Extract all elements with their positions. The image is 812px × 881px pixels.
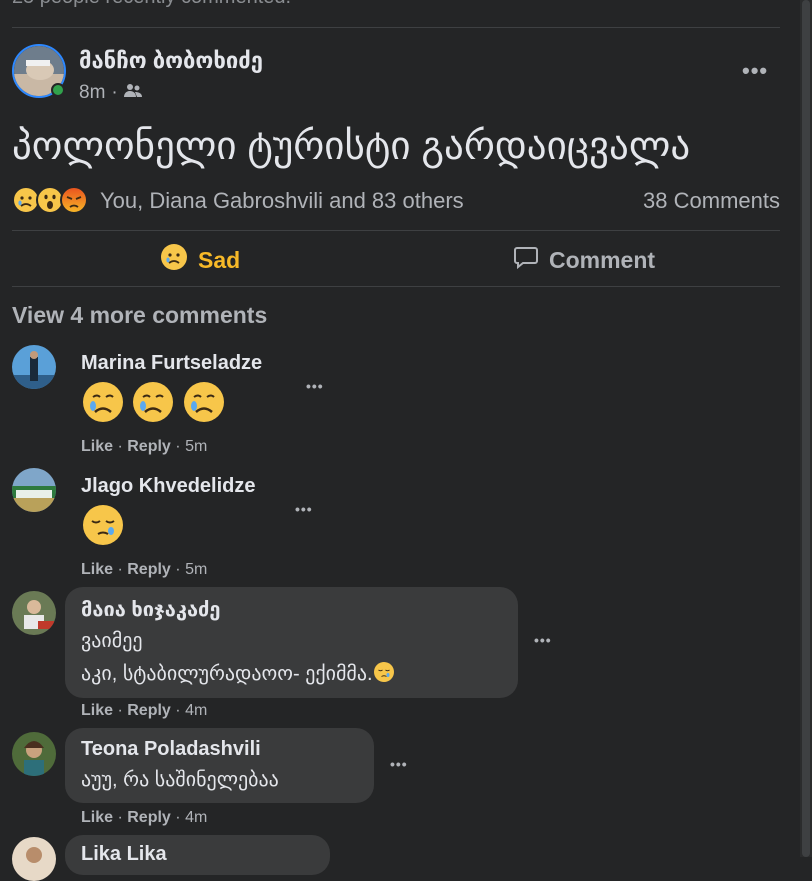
reply-link[interactable]: Reply (127, 702, 171, 719)
comment-actions: Like · Reply · 5m (81, 438, 208, 455)
comment-options-icon[interactable]: ••• (295, 501, 313, 517)
comment-text: აუუ, რა საშინელებაა (81, 769, 279, 791)
reply-link[interactable]: Reply (127, 438, 171, 455)
commenter-avatar[interactable] (12, 837, 56, 881)
comment-emoji-row (81, 380, 228, 429)
wow-emoji-icon (36, 186, 64, 219)
scrollbar-thumb[interactable] (802, 0, 810, 857)
commenter-avatar[interactable] (12, 345, 56, 389)
online-status-indicator (51, 83, 65, 97)
comment-options-icon[interactable]: ••• (306, 378, 324, 394)
comment-button[interactable]: Comment (513, 240, 655, 280)
crying-emoji-icon (83, 382, 123, 422)
reply-link[interactable]: Reply (127, 809, 171, 826)
commenter-name[interactable]: Lika Lika (81, 843, 167, 866)
crying-emoji-icon (133, 382, 174, 422)
reply-link[interactable]: Reply (127, 561, 171, 578)
comment-options-icon[interactable]: ••• (534, 632, 552, 648)
reaction-summary[interactable]: You, Diana Gabroshvili and 83 others (100, 188, 464, 214)
sad-emoji-icon (12, 186, 40, 219)
post-time[interactable]: 8m (79, 82, 105, 104)
comment-count[interactable]: 38 Comments (643, 188, 780, 214)
comment-button-label: Comment (549, 246, 656, 273)
divider (12, 27, 780, 28)
like-link[interactable]: Like (81, 702, 113, 719)
like-link[interactable]: Like (81, 561, 113, 578)
comment-time[interactable]: 5m (185, 438, 207, 455)
comment-options-icon[interactable]: ••• (390, 756, 408, 772)
commenter-name[interactable]: მაია ხიჯაკაძე (81, 597, 221, 622)
sleepy-emoji-icon (373, 662, 394, 682)
friends-icon (123, 82, 142, 104)
angry-emoji-icon (60, 186, 88, 219)
post-text: პოლონელი ტურისტი გარდაიცვალა (12, 125, 691, 168)
commenter-avatar[interactable] (12, 468, 56, 512)
sad-button-label: Sad (198, 246, 241, 273)
comment-actions: Like · Reply · 4m (81, 809, 208, 826)
comment-time[interactable]: 5m (185, 561, 207, 578)
comment-text-line: აკი, სტაბილურადაოო- ექიმმა. (81, 661, 395, 686)
commenter-name[interactable]: Jlago Khvedelidze (81, 475, 256, 498)
commenter-name[interactable]: Teona Poladashvili (81, 738, 261, 761)
divider (12, 286, 780, 287)
reaction-icons[interactable] (12, 186, 88, 219)
like-link[interactable]: Like (81, 438, 113, 455)
view-more-comments-link[interactable]: View 4 more comments (12, 302, 267, 329)
comment-actions: Like · Reply · 4m (81, 702, 208, 719)
comment-time[interactable]: 4m (185, 809, 207, 826)
sad-emoji-icon (160, 243, 188, 277)
sad-reaction-button[interactable]: Sad (160, 240, 240, 280)
divider (12, 230, 780, 231)
commenter-avatar[interactable] (12, 591, 56, 635)
recent-comments-hint: 25 people recently commented. (12, 0, 291, 9)
crying-emoji-icon (183, 382, 224, 422)
comment-bubble-icon (513, 244, 539, 276)
comment-actions: Like · Reply · 5m (81, 561, 208, 578)
post-meta: 8m · (79, 82, 142, 104)
post-author-name[interactable]: მანჩო ბობოხიძე (79, 48, 263, 74)
comment-emoji-row (81, 503, 127, 552)
post-options-icon[interactable]: ••• (742, 58, 768, 84)
comment-time[interactable]: 4m (185, 702, 207, 719)
comment-text-line: ვაიმეე (81, 630, 143, 652)
commenter-avatar[interactable] (12, 732, 56, 776)
commenter-name[interactable]: Marina Furtseladze (81, 352, 262, 375)
sleepy-emoji-icon (83, 505, 123, 545)
like-link[interactable]: Like (81, 809, 113, 826)
